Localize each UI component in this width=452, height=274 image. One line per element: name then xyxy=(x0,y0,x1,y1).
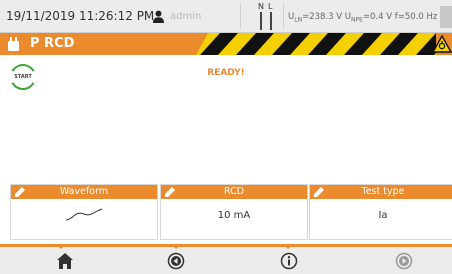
test-type-card[interactable]: Test type Ia xyxy=(309,184,452,240)
user-icon xyxy=(153,10,164,23)
uln-sub: LN xyxy=(294,16,303,24)
voltage-readout: ULN=238.3 V UNPE=0.4 V f=50.0 Hz xyxy=(288,12,437,24)
back-icon[interactable] xyxy=(167,252,185,270)
nl-indicator: N L xyxy=(256,2,278,32)
rcd-label: RCD xyxy=(223,186,245,197)
plug-icon xyxy=(8,37,19,51)
divider xyxy=(240,3,241,29)
test-type-value: Ia xyxy=(378,210,388,221)
nav-divider-tick xyxy=(171,244,181,249)
unpe-value: =0.4 V xyxy=(362,12,393,22)
card-header: RCD xyxy=(161,185,307,199)
card-header: Waveform xyxy=(11,185,157,199)
l-bar xyxy=(270,12,272,30)
forward-icon[interactable] xyxy=(395,252,413,270)
waveform-label: Waveform xyxy=(59,186,109,197)
page-title: P RCD xyxy=(30,36,75,51)
hazard-stripes xyxy=(196,33,436,55)
status-text: READY! xyxy=(207,68,245,78)
n-label: N xyxy=(258,2,264,11)
rcd-value: 10 mA xyxy=(217,210,251,221)
n-bar xyxy=(260,12,262,30)
home-icon[interactable] xyxy=(56,252,74,270)
settings-icon[interactable] xyxy=(440,6,452,28)
datetime: 19/11/2019 11:26:12 PM xyxy=(6,9,155,23)
frequency: f=50.0 Hz xyxy=(394,12,438,22)
waveform-card[interactable]: Waveform xyxy=(10,184,158,240)
test-type-label: Test type xyxy=(361,186,405,197)
warning-icon xyxy=(432,35,452,53)
divider xyxy=(283,3,284,29)
l-label: L xyxy=(268,2,273,11)
nav-divider-tick xyxy=(56,244,66,249)
user-name: admin xyxy=(170,11,202,22)
rcd-card[interactable]: RCD 10 mA xyxy=(160,184,308,240)
sine-wave-icon xyxy=(65,208,103,221)
nav-divider-tick xyxy=(283,244,293,249)
info-icon[interactable] xyxy=(280,252,298,270)
unpe-sub: NPE xyxy=(351,16,363,24)
card-header: Test type xyxy=(310,185,452,199)
uln-value: =238.3 V xyxy=(302,12,343,22)
status-bar: 19/11/2019 11:26:12 PM admin N L ULN=238… xyxy=(0,0,452,33)
